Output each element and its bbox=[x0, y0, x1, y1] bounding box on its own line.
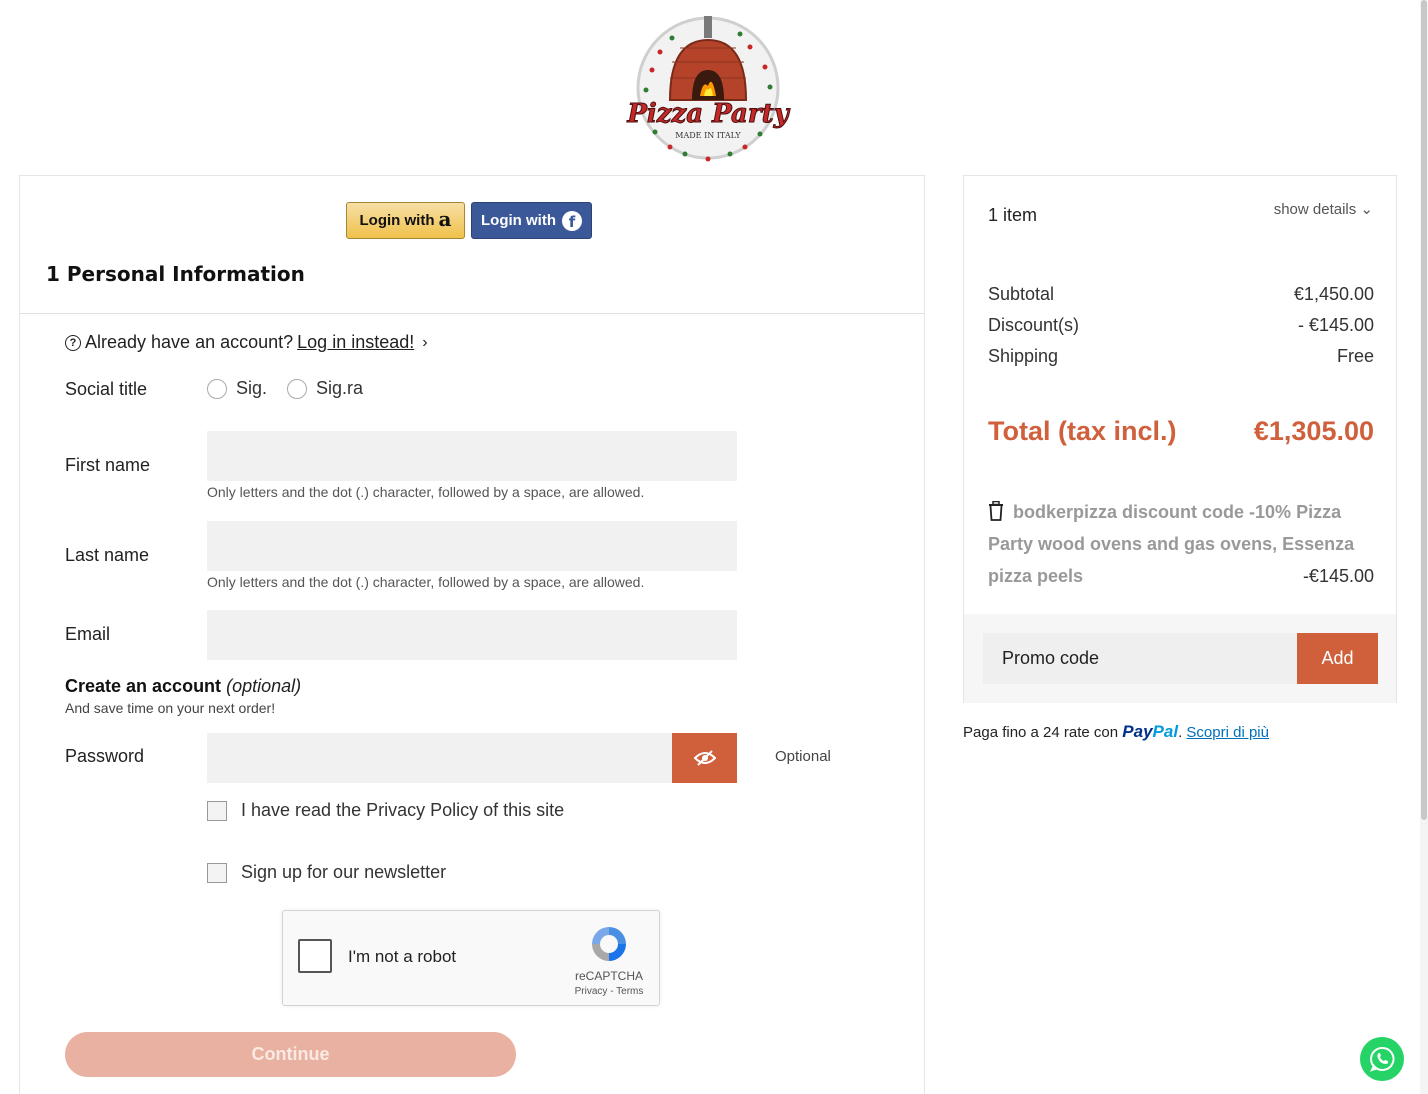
discount-label: Discount(s) bbox=[988, 315, 1080, 335]
items-count: 1 item bbox=[988, 205, 1038, 225]
last-name-input[interactable] bbox=[207, 521, 737, 571]
page-scrollbar[interactable] bbox=[1420, 0, 1428, 1094]
privacy-policy-checkbox[interactable] bbox=[207, 800, 227, 821]
paypal-installments: Paga fino a 24 rate con PayPal. Scopri d… bbox=[963, 722, 1269, 741]
scrollbar-thumb[interactable] bbox=[1421, 0, 1427, 820]
logo-tagline: MADE IN ITALY bbox=[675, 131, 741, 140]
login-with-facebook-button[interactable]: Login with f bbox=[471, 202, 592, 239]
step-title: 1 Personal Information bbox=[46, 262, 305, 286]
login-instead-link[interactable]: Log in instead! bbox=[297, 332, 414, 353]
question-circle-icon: ? bbox=[65, 334, 81, 351]
already-have-account: ? Already have an account? Log in instea… bbox=[65, 332, 428, 353]
discount-value: - €145.00 bbox=[1297, 315, 1374, 335]
checkout-page: Pizza Party MADE IN ITALY Login with a L… bbox=[0, 0, 1428, 1094]
chevron-right-icon: › bbox=[422, 333, 428, 351]
last-name-label: Last name bbox=[65, 545, 150, 565]
recaptcha-checkbox[interactable] bbox=[298, 939, 332, 973]
trash-icon[interactable] bbox=[988, 501, 1004, 521]
shipping-label: Shipping bbox=[988, 346, 1059, 366]
recaptcha-brand: reCAPTCHA bbox=[574, 969, 643, 983]
eye-slash-icon bbox=[693, 750, 716, 766]
show-details-label: show details bbox=[1273, 201, 1357, 218]
promo-code-zone: Add bbox=[964, 614, 1396, 703]
facebook-icon: f bbox=[561, 210, 582, 231]
amazon-icon: a bbox=[438, 206, 452, 231]
recaptcha-terms-link[interactable]: Privacy - Terms bbox=[553, 986, 665, 997]
recaptcha-label: I'm not a robot bbox=[348, 947, 457, 966]
first-name-hint: Only letters and the dot (.) character, … bbox=[207, 484, 645, 500]
promo-code-input[interactable] bbox=[983, 633, 1297, 684]
password-label: Password bbox=[65, 746, 145, 766]
amazon-button-label: Login with bbox=[359, 212, 435, 229]
paypal-logo-pay: Pay bbox=[1122, 722, 1153, 741]
social-title-sigra-label: Sig.ra bbox=[316, 378, 364, 398]
privacy-policy-label: I have read the Privacy Policy of this s… bbox=[241, 800, 565, 820]
social-title-sig-radio[interactable] bbox=[207, 378, 227, 399]
show-details-toggle[interactable]: show details ⌄ bbox=[1274, 200, 1373, 218]
newsletter-label: Sign up for our newsletter bbox=[241, 862, 447, 882]
section-divider bbox=[20, 313, 924, 314]
chevron-down-icon: ⌄ bbox=[1360, 201, 1373, 218]
social-title-sigra-radio[interactable] bbox=[287, 378, 308, 399]
subtotal-value: €1,450.00 bbox=[1293, 284, 1374, 304]
shipping-value: Free bbox=[1336, 346, 1374, 366]
first-name-label: First name bbox=[65, 455, 151, 475]
paypal-logo-pal: Pal bbox=[1152, 722, 1179, 741]
social-title-sig-label: Sig. bbox=[236, 378, 268, 398]
newsletter-checkbox[interactable] bbox=[207, 862, 227, 883]
password-input[interactable] bbox=[207, 733, 672, 783]
email-input[interactable] bbox=[207, 610, 737, 660]
first-name-input[interactable] bbox=[207, 431, 737, 481]
applied-voucher: bodkerpizza discount code -10% Pizza Par… bbox=[988, 496, 1374, 592]
discount-row: Discount(s) - €145.00 bbox=[988, 315, 1374, 336]
create-account-optional: (optional) bbox=[226, 676, 302, 696]
create-account-heading: Create an account (optional) bbox=[65, 676, 301, 697]
total-row: Total (tax incl.) €1,305.00 bbox=[988, 416, 1374, 447]
create-account-subtext: And save time on your next order! bbox=[65, 700, 276, 716]
privacy-policy-row: I have read the Privacy Policy of this s… bbox=[207, 800, 564, 821]
shipping-row: Shipping Free bbox=[988, 346, 1374, 367]
order-summary-card: 1 item show details ⌄ Subtotal €1,450.00… bbox=[963, 175, 1397, 703]
paypal-text: Paga fino a 24 rate con bbox=[963, 724, 1119, 741]
logo-brand-text: Pizza Party bbox=[626, 99, 790, 129]
last-name-hint: Only letters and the dot (.) character, … bbox=[207, 574, 645, 590]
recaptcha-logo-icon bbox=[592, 927, 626, 961]
password-field-group bbox=[207, 733, 737, 783]
continue-button[interactable]: Continue bbox=[65, 1032, 516, 1077]
social-login-buttons: Login with a Login with f bbox=[346, 202, 592, 239]
social-title-label: Social title bbox=[65, 379, 148, 399]
voucher-value: -€145.00 bbox=[1302, 566, 1374, 586]
subtotal-label: Subtotal bbox=[988, 284, 1055, 304]
social-title-radio-group: Sig. Sig.ra bbox=[207, 378, 383, 399]
total-label: Total (tax incl.) bbox=[988, 416, 1177, 446]
paypal-learn-more-link[interactable]: Scopri di più bbox=[1186, 724, 1269, 741]
voucher-name: bodkerpizza discount code -10% Pizza Par… bbox=[988, 502, 1355, 586]
create-account-label: Create an account bbox=[65, 676, 222, 696]
recaptcha-widget: I'm not a robot reCAPTCHA Privacy - Term… bbox=[282, 910, 660, 1006]
already-account-text: Already have an account? bbox=[85, 332, 294, 352]
login-with-amazon-button[interactable]: Login with a bbox=[346, 202, 465, 239]
whatsapp-icon bbox=[1370, 1046, 1395, 1072]
newsletter-row: Sign up for our newsletter bbox=[207, 862, 446, 883]
total-value: €1,305.00 bbox=[1253, 416, 1374, 446]
email-label: Email bbox=[65, 624, 111, 644]
promo-add-button[interactable]: Add bbox=[1297, 633, 1378, 684]
whatsapp-chat-button[interactable] bbox=[1360, 1037, 1404, 1081]
password-optional-note: Optional bbox=[775, 748, 831, 765]
pizza-party-logo: Pizza Party MADE IN ITALY bbox=[626, 16, 791, 162]
personal-information-card: Login with a Login with f 1 Personal Inf… bbox=[19, 175, 925, 1094]
show-password-button[interactable] bbox=[672, 733, 737, 783]
paypal-logo: PayPal bbox=[1122, 722, 1178, 741]
subtotal-row: Subtotal €1,450.00 bbox=[988, 284, 1374, 305]
facebook-button-label: Login with bbox=[481, 212, 556, 229]
